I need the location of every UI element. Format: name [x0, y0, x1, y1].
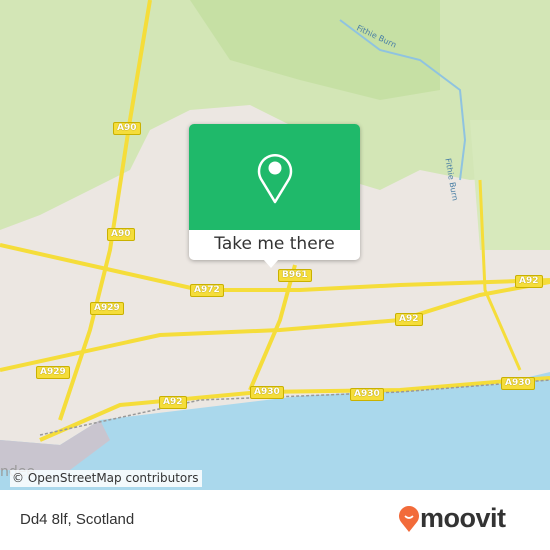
moovit-logo: moovit: [398, 503, 506, 534]
road-label: A972: [190, 284, 224, 297]
map-pin-icon: [257, 154, 292, 204]
road-label: A930: [350, 388, 384, 401]
road-label: A929: [90, 302, 124, 315]
road-label: A92: [515, 275, 543, 288]
road-label: A929: [36, 366, 70, 379]
location-popup[interactable]: Take me there: [189, 124, 360, 260]
take-me-there-button[interactable]: Take me there: [189, 230, 360, 260]
road-label: A90: [107, 228, 135, 241]
road-label: A90: [113, 122, 141, 135]
attribution[interactable]: © OpenStreetMap contributors: [10, 470, 203, 487]
road-label: A92: [395, 313, 423, 326]
road-label: B961: [278, 269, 312, 282]
road-label: A92: [159, 396, 187, 409]
moovit-pin-icon: [399, 505, 419, 532]
road-label: A930: [250, 386, 284, 399]
popup-pointer: [263, 259, 279, 268]
address-label: Dd4 8lf, Scotland: [20, 511, 135, 528]
road-label: A930: [501, 377, 535, 390]
brand-name: moovit: [420, 503, 506, 533]
